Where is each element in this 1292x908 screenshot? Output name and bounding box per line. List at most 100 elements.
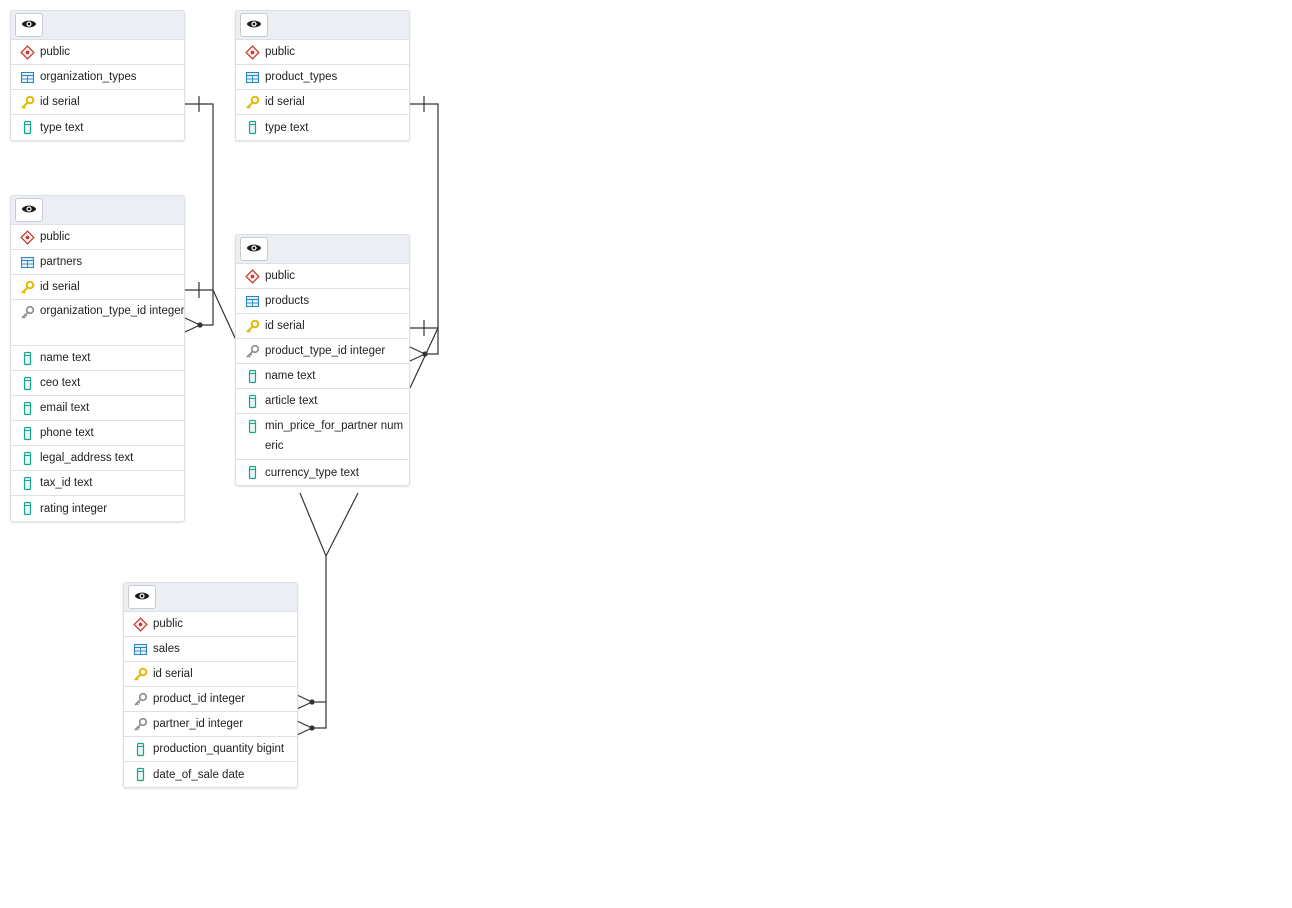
schema-row[interactable]: public	[11, 40, 184, 65]
relation-organization-types-partners	[185, 103, 214, 326]
column-icon	[20, 401, 35, 416]
column-name: min_price_for_partner numeric	[265, 420, 404, 452]
schema-icon	[133, 616, 148, 632]
table-header	[236, 235, 409, 264]
table-node-product-types[interactable]: public product_types id serial type text	[235, 10, 410, 141]
table-icon	[133, 642, 148, 657]
column-row[interactable]: partner_id integer	[124, 712, 297, 737]
column-icon	[133, 742, 148, 757]
crowfoot-marker	[296, 694, 313, 703]
column-name: type text	[40, 121, 84, 134]
column-icon	[245, 394, 260, 409]
eye-icon	[246, 242, 262, 257]
table-name-row[interactable]: organization_types	[11, 65, 184, 90]
schema-row[interactable]: public	[11, 225, 184, 250]
column-name: legal_address text	[40, 452, 134, 464]
column-row[interactable]: type text	[11, 115, 184, 140]
column-name: id serial	[265, 320, 305, 332]
crowfoot-marker	[296, 720, 313, 729]
column-row[interactable]: id serial	[236, 90, 409, 115]
primary-key-icon	[20, 280, 35, 295]
column-icon	[20, 351, 35, 366]
column-row[interactable]: name text	[236, 364, 409, 389]
column-name: id serial	[153, 668, 193, 680]
column-icon	[133, 767, 148, 782]
view-toggle-button[interactable]	[15, 198, 43, 222]
table-name-row[interactable]: sales	[124, 637, 297, 662]
table-icon	[20, 70, 35, 85]
table-name: partners	[40, 256, 83, 268]
column-row[interactable]: id serial	[124, 662, 297, 687]
view-toggle-button[interactable]	[240, 13, 268, 37]
view-toggle-button[interactable]	[240, 237, 268, 261]
table-node-products[interactable]: public products id serial product_type_i…	[235, 234, 410, 486]
eye-icon	[246, 18, 262, 33]
column-row[interactable]: id serial	[11, 90, 184, 115]
column-icon	[245, 465, 260, 480]
table-name: sales	[153, 643, 180, 655]
table-name: product_types	[265, 71, 338, 83]
column-row[interactable]: email text	[11, 396, 184, 421]
table-icon	[20, 255, 35, 270]
schema-row[interactable]: public	[236, 40, 409, 65]
column-row[interactable]: ceo text	[11, 371, 184, 396]
column-name: name text	[265, 370, 316, 382]
relation-product-types-products	[410, 103, 439, 355]
eye-icon	[134, 590, 150, 605]
column-row[interactable]: legal_address text	[11, 446, 184, 471]
table-name-row[interactable]: partners	[11, 250, 184, 275]
table-node-partners[interactable]: public partners id serial organization_t…	[10, 195, 185, 522]
column-name: id serial	[265, 96, 305, 108]
column-row[interactable]: production_quantity bigint	[124, 737, 297, 762]
column-row[interactable]: product_id integer	[124, 687, 297, 712]
table-header	[236, 11, 409, 40]
foreign-key-icon	[133, 717, 148, 732]
schema-icon	[20, 44, 35, 60]
column-icon	[20, 376, 35, 391]
column-row[interactable]: product_type_id integer	[236, 339, 409, 364]
column-name: email text	[40, 402, 90, 414]
column-row[interactable]: organization_type_id integer	[11, 300, 184, 346]
column-row[interactable]: type text	[236, 115, 409, 140]
column-name: type text	[265, 121, 309, 134]
view-toggle-button[interactable]	[15, 13, 43, 37]
column-row[interactable]: currency_type text	[236, 460, 409, 485]
column-row[interactable]: min_price_for_partner numeric	[236, 414, 409, 460]
column-icon	[20, 501, 35, 516]
column-row[interactable]: article text	[236, 389, 409, 414]
schema-name: public	[40, 231, 71, 243]
column-icon	[20, 120, 35, 135]
column-row[interactable]: date_of_sale date	[124, 762, 297, 787]
schema-icon	[245, 268, 260, 284]
table-name-row[interactable]: products	[236, 289, 409, 314]
primary-key-icon	[245, 319, 260, 334]
table-node-organization-types[interactable]: public organization_types id serial type…	[10, 10, 185, 141]
view-toggle-button[interactable]	[128, 585, 156, 609]
column-name: name text	[40, 352, 91, 364]
column-row[interactable]: phone text	[11, 421, 184, 446]
crowfoot-marker	[409, 353, 426, 362]
primary-key-icon	[20, 95, 35, 110]
table-node-sales[interactable]: public sales id serial product_id intege…	[123, 582, 298, 788]
crowfoot-marker	[296, 727, 313, 736]
table-name-row[interactable]: product_types	[236, 65, 409, 90]
primary-key-icon	[133, 667, 148, 682]
column-row[interactable]: tax_id text	[11, 471, 184, 496]
column-row[interactable]: id serial	[11, 275, 184, 300]
schema-name: public	[265, 46, 296, 58]
column-row[interactable]: rating integer	[11, 496, 184, 521]
schema-row[interactable]: public	[236, 264, 409, 289]
column-name: organization_type_id integer	[40, 305, 184, 317]
column-icon	[20, 476, 35, 491]
table-header	[11, 11, 184, 40]
schema-row[interactable]: public	[124, 612, 297, 637]
fk-dot	[309, 699, 315, 705]
crowfoot-marker	[184, 317, 201, 326]
table-name: products	[265, 295, 310, 307]
foreign-key-icon	[245, 344, 260, 359]
foreign-key-icon	[20, 305, 35, 320]
column-row[interactable]: name text	[11, 346, 184, 371]
column-row[interactable]: id serial	[236, 314, 409, 339]
table-header	[124, 583, 297, 612]
crowfoot-marker	[296, 701, 313, 710]
